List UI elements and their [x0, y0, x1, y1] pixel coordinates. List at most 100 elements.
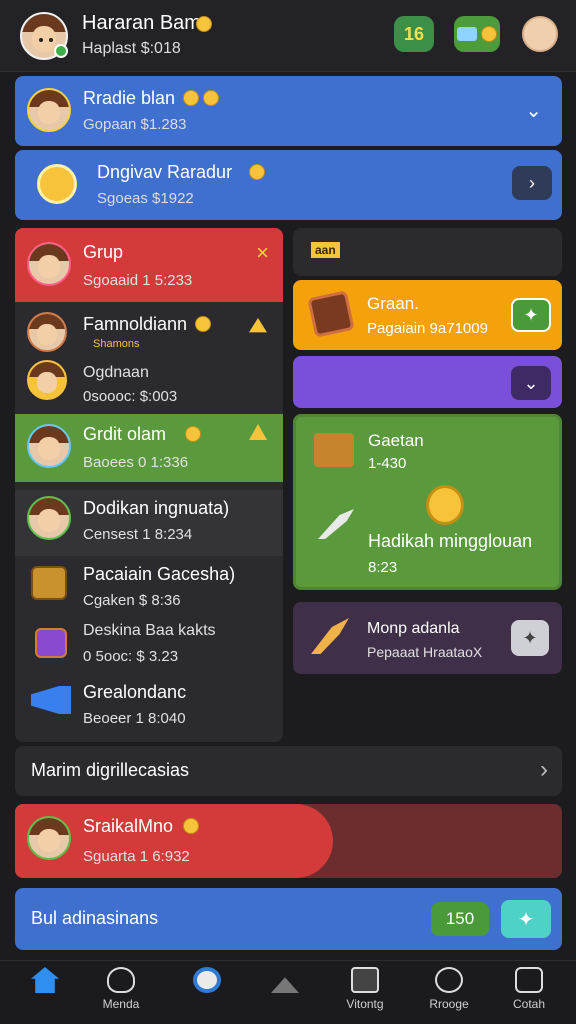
dark-purple-card[interactable]: Monp adanla Pepaaat HraataoX ✦ — [293, 602, 562, 674]
item-title: Deskina Baa kakts — [83, 622, 216, 639]
chat-icon — [435, 967, 463, 993]
card-title: Graan. — [367, 294, 419, 313]
more-row-label: Marim digrillecasias — [31, 760, 190, 780]
card-bottom-sub: 8:23 — [368, 559, 398, 576]
item-subtitle: Cgaken $ 8:36 — [83, 592, 181, 609]
item-extra: Ogdnaan — [83, 364, 149, 381]
emoji-icon — [203, 90, 219, 106]
list-row-1[interactable]: Rradie blan Gopaan $1.283 ⌄ — [15, 76, 562, 146]
item-avatar — [27, 496, 71, 540]
card-subtitle: Pagaiain 9a71009 — [367, 320, 488, 337]
gift-button[interactable] — [454, 16, 500, 52]
sun-icon — [37, 164, 77, 204]
emoji-icon — [249, 164, 265, 180]
left-list: Grup Sgoaaid 1 5:233 × Famnoldiann Shamo… — [15, 228, 283, 742]
item-subtitle: Baoees 0 1:336 — [83, 454, 189, 471]
orange-card[interactable]: Graan. Pagaiain 9a71009 ✦ — [293, 280, 562, 350]
coin-icon — [426, 485, 464, 525]
app-header: Hararan Bam Haplast $:018 16 — [0, 0, 576, 72]
card-bottom-title: Hadikah mingglouan — [368, 531, 533, 551]
list-item-grealondanc[interactable]: Grealondanc Beoeer 1 8:040 — [15, 676, 283, 740]
profile-icon — [515, 967, 543, 993]
more-row[interactable]: Marim digrillecasias › — [15, 746, 562, 796]
item-subtitle: 0 5ooc: $ 3.23 — [83, 648, 179, 665]
item-title: Pacaiain Gacesha) — [83, 564, 236, 584]
banner-avatar — [27, 816, 71, 860]
item-avatar — [27, 242, 71, 286]
count-pill: 150 — [431, 902, 489, 936]
close-icon[interactable]: × — [256, 240, 269, 266]
chevron-right-icon[interactable]: › — [540, 756, 548, 784]
smile-emoji-icon — [196, 16, 212, 32]
item-tag: Shamons — [93, 338, 140, 350]
row-title: Dngivav Raradur — [97, 162, 233, 182]
nav-home[interactable] — [10, 967, 80, 1021]
list-item-deskina[interactable]: Deskina Baa kakts 0 5ooc: $ 3.23 — [15, 620, 283, 678]
chevron-down-button[interactable]: ⌄ — [511, 366, 551, 400]
box-icon — [31, 566, 67, 600]
emoji-icon — [195, 316, 211, 332]
row-title: Rradie blan — [83, 88, 176, 108]
notification-count: 16 — [403, 23, 425, 44]
item-subtitle: Sgoaaid 1 5:233 — [83, 272, 193, 289]
right-panel-header: aan — [293, 228, 562, 276]
list-row-2[interactable]: Dngivav Raradur Sgoeas $1922 › — [15, 150, 562, 220]
card-subtitle: Pepaaat HraataoX — [367, 644, 483, 660]
list-item-pacaiain[interactable]: Pacaiain Gacesha) Cgaken $ 8:36 — [15, 558, 283, 622]
star-button[interactable]: ✦ — [511, 620, 549, 656]
card-title: Gaetan — [368, 431, 424, 450]
bottom-bar-label: Bul adinasinans — [31, 908, 159, 928]
sparkle-button[interactable]: ✦ — [501, 900, 551, 938]
nav-rrooge[interactable]: Rrooge — [414, 967, 484, 1021]
chocolate-icon — [307, 290, 355, 338]
emoji-icon — [183, 818, 199, 834]
nav-vitontg[interactable]: Vitontg — [330, 967, 400, 1021]
gift-icon — [457, 27, 477, 41]
item-avatar — [27, 312, 67, 352]
home-icon — [31, 967, 59, 993]
purple-bar[interactable]: ⌄ — [293, 356, 562, 408]
warning-icon — [249, 424, 267, 440]
megaphone-icon — [31, 686, 71, 714]
card-title: Monp adanla — [367, 620, 460, 637]
triangle-icon — [271, 977, 299, 993]
row-subtitle: Sgoeas $1922 — [97, 190, 194, 207]
bottom-nav: Menda Vitontg Rrooge Cotah — [0, 960, 576, 1024]
item-title: Grup — [83, 242, 124, 262]
emoji-icon — [183, 90, 199, 106]
row-avatar — [27, 88, 71, 132]
item-extra-sub: 0soooc: $:003 — [83, 388, 178, 405]
nav-menda[interactable]: Menda — [86, 967, 156, 1021]
online-badge — [54, 44, 68, 58]
item-subtitle: Beoeer 1 8:040 — [83, 710, 186, 727]
item-title: Dodikan ingnuata) — [83, 498, 230, 518]
search-icon — [193, 967, 221, 993]
star-button[interactable]: ✦ — [511, 298, 551, 332]
bell-icon[interactable] — [249, 318, 267, 333]
count-value: 150 — [445, 909, 475, 928]
nav-triangle[interactable] — [250, 967, 320, 1021]
list-item-dodikan[interactable]: Dodikan ingnuata) Censest 1 8:234 — [15, 490, 283, 556]
notifications-button[interactable]: 16 — [394, 16, 434, 52]
banner-title: SraikalMno — [83, 816, 174, 836]
chevron-right-button[interactable]: › — [512, 166, 552, 200]
item-title: Grealondanc — [83, 682, 187, 702]
profile-face-icon[interactable] — [522, 16, 558, 52]
list-item-grdit[interactable]: Grdit olam Baoees 0 1:336 — [15, 414, 283, 482]
green-card[interactable]: Gaetan 1-430 Hadikah mingglouan 8:23 — [293, 414, 562, 590]
nav-cotah[interactable]: Cotah — [494, 967, 564, 1021]
gallery-icon — [351, 967, 379, 993]
header-title: Hararan Bam — [82, 12, 201, 34]
red-banner[interactable]: SraikalMno Sguarta 1 6:932 — [15, 804, 562, 878]
panel-tag: aan — [311, 242, 340, 258]
header-subtitle: Haplast $:018 — [82, 40, 181, 57]
bottom-action-bar[interactable]: Bul adinasinans 150 ✦ — [15, 888, 562, 950]
smiley-icon — [481, 26, 497, 42]
item-title: Grdit olam — [83, 424, 167, 444]
nav-search[interactable] — [172, 967, 242, 1021]
list-item-grup[interactable]: Grup Sgoaaid 1 5:233 × — [15, 228, 283, 302]
card-subtitle: 1-430 — [368, 455, 407, 472]
item-title: Famnoldiann — [83, 314, 188, 334]
chevron-down-icon[interactable]: ⌄ — [525, 98, 542, 123]
list-item-famnoldiann[interactable]: Famnoldiann Shamons Ogdnaan 0soooc: $:00… — [15, 306, 283, 410]
